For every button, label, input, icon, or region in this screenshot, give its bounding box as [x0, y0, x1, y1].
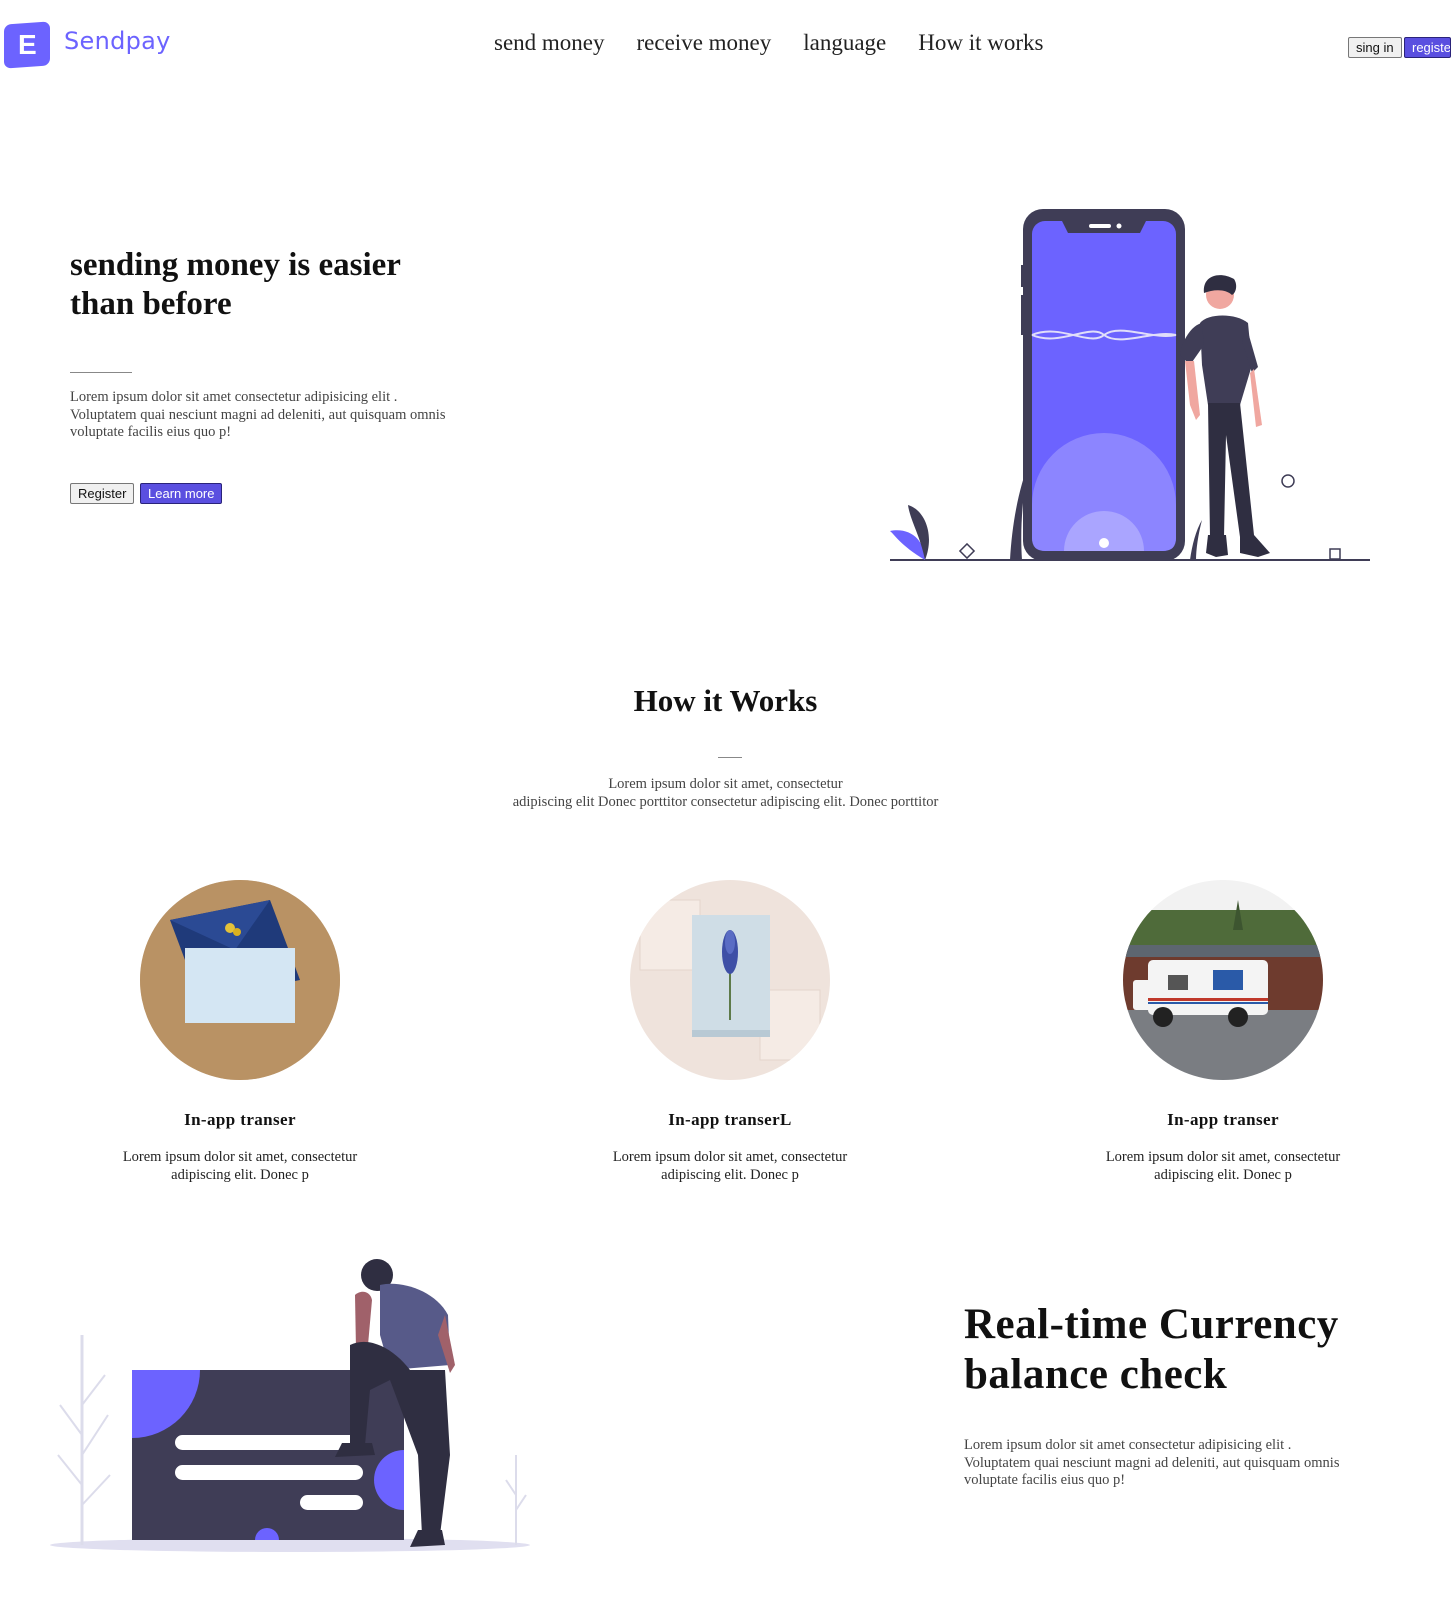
hero-register-button[interactable]: Register: [70, 483, 135, 504]
hero-description: Lorem ipsum dolor sit amet consectetur a…: [70, 389, 446, 440]
nav-receive-money[interactable]: receive money: [637, 30, 772, 56]
nav-language[interactable]: language: [803, 30, 886, 56]
hero-divider: [70, 372, 132, 373]
subtitle-line-2: adipiscing elit Donec porttitor consecte…: [512, 794, 939, 810]
feature-card-text: Lorem ipsum dolor sit amet, consectetur …: [122, 1149, 358, 1183]
logo-mark[interactable]: E: [4, 21, 50, 69]
feature-card: In-app transer Lorem ipsum dolor sit ame…: [80, 880, 400, 1184]
how-it-works-subtitle: Lorem ipsum dolor sit amet, consectetur …: [0, 775, 1451, 811]
register-button-top[interactable]: register: [1404, 37, 1451, 58]
how-it-works-divider: [718, 757, 742, 758]
learn-more-button[interactable]: Learn more: [140, 483, 223, 504]
main-nav: send money receive money language How it…: [494, 30, 1044, 56]
hero-title: sending money is easier than before: [70, 247, 401, 322]
balance-check-illustration: [50, 1259, 530, 1552]
sign-in-button[interactable]: sing in: [1348, 37, 1402, 58]
nav-how-it-works[interactable]: How it works: [918, 30, 1043, 56]
how-it-works-title: How it Works: [633, 683, 818, 718]
feature-card-text: Lorem ipsum dolor sit amet, consectetur …: [1105, 1149, 1341, 1183]
feature-card-title: In-app transer: [184, 1110, 296, 1129]
brand-name[interactable]: Sendpay: [64, 27, 171, 55]
feature-card: In-app transerL Lorem ipsum dolor sit am…: [570, 880, 890, 1184]
nav-send-money[interactable]: send money: [494, 30, 605, 56]
mail-truck-photo: [1123, 880, 1323, 1080]
feature-card-text: Lorem ipsum dolor sit amet, consectetur …: [612, 1149, 848, 1183]
subtitle-line-1: Lorem ipsum dolor sit amet, consectetur: [608, 776, 843, 792]
realtime-description: Lorem ipsum dolor sit amet consectetur a…: [964, 1437, 1340, 1488]
feature-card: In-app transer Lorem ipsum dolor sit ame…: [1063, 880, 1383, 1184]
phone-person-illustration: [890, 209, 1370, 561]
realtime-title: Real-time Currency balance check: [964, 1301, 1339, 1398]
envelope-photo: [140, 880, 340, 1080]
logo-letter: E: [17, 29, 37, 60]
feature-card-title: In-app transer: [1167, 1110, 1279, 1129]
flower-card-photo: [630, 880, 830, 1080]
feature-card-title: In-app transerL: [668, 1110, 792, 1129]
